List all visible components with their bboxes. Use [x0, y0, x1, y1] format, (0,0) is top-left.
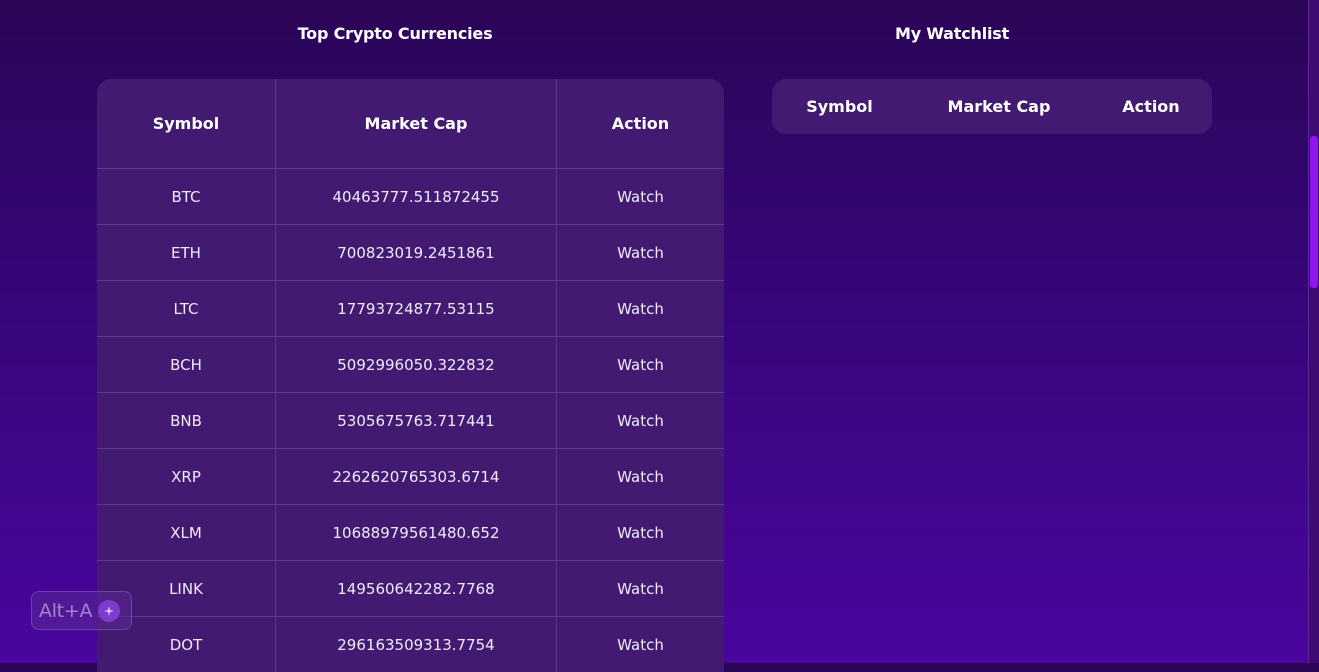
- symbol-cell: XRP: [97, 449, 276, 504]
- column-header-market-cap: Market Cap: [276, 79, 557, 168]
- market-cap-cell: 5092996050.322832: [276, 337, 557, 392]
- market-cap-cell: 5305675763.717441: [276, 393, 557, 448]
- table-row: XRP 2262620765303.6714 Watch: [97, 448, 724, 504]
- watch-button[interactable]: Watch: [557, 281, 724, 336]
- symbol-cell: ETH: [97, 225, 276, 280]
- watch-button[interactable]: Watch: [557, 617, 724, 672]
- watch-button[interactable]: Watch: [557, 505, 724, 560]
- watch-button[interactable]: Watch: [557, 169, 724, 224]
- table-row: BTC 40463777.511872455 Watch: [97, 168, 724, 224]
- watch-button[interactable]: Watch: [557, 337, 724, 392]
- shortcut-label: Alt+A: [39, 599, 93, 622]
- sparkle-icon: [98, 599, 121, 622]
- market-cap-cell: 40463777.511872455: [276, 169, 557, 224]
- symbol-cell: XLM: [97, 505, 276, 560]
- watchlist-header-action: Action: [1122, 97, 1180, 116]
- watch-button[interactable]: Watch: [557, 225, 724, 280]
- symbol-cell: LTC: [97, 281, 276, 336]
- market-cap-cell: 10688979561480.652: [276, 505, 557, 560]
- market-cap-cell: 296163509313.7754: [276, 617, 557, 672]
- watchlist-header-market-cap: Market Cap: [947, 97, 1051, 116]
- market-cap-cell: 2262620765303.6714: [276, 449, 557, 504]
- watchlist-title: My Watchlist: [894, 24, 1010, 43]
- table-row: XLM 10688979561480.652 Watch: [97, 504, 724, 560]
- table-header-row: Symbol Market Cap Action: [97, 79, 724, 168]
- vertical-scrollbar[interactable]: [1308, 0, 1319, 663]
- watch-button[interactable]: Watch: [557, 449, 724, 504]
- market-cap-cell: 700823019.2451861: [276, 225, 557, 280]
- watchlist-header-symbol: Symbol: [806, 97, 873, 116]
- table-row: LTC 17793724877.53115 Watch: [97, 280, 724, 336]
- symbol-cell: BNB: [97, 393, 276, 448]
- table-row: LINK 149560642282.7768 Watch: [97, 560, 724, 616]
- table-row: BNB 5305675763.717441 Watch: [97, 392, 724, 448]
- column-header-action: Action: [611, 114, 670, 133]
- watch-button[interactable]: Watch: [557, 393, 724, 448]
- watch-button[interactable]: Watch: [557, 561, 724, 616]
- symbol-cell: BTC: [97, 169, 276, 224]
- column-header-symbol: Symbol: [97, 79, 276, 168]
- watchlist-table: Symbol Market Cap Action: [772, 79, 1212, 134]
- scrollbar-thumb[interactable]: [1310, 136, 1318, 288]
- symbol-cell: BCH: [97, 337, 276, 392]
- table-row: DOT 296163509313.7754 Watch: [97, 616, 724, 672]
- table-row: ETH 700823019.2451861 Watch: [97, 224, 724, 280]
- market-cap-cell: 17793724877.53115: [276, 281, 557, 336]
- crypto-table: Symbol Market Cap Action BTC 40463777.51…: [97, 79, 724, 672]
- table-row: BCH 5092996050.322832 Watch: [97, 336, 724, 392]
- market-cap-cell: 149560642282.7768: [276, 561, 557, 616]
- shortcut-badge[interactable]: Alt+A: [31, 591, 132, 630]
- top-crypto-title: Top Crypto Currencies: [297, 24, 493, 43]
